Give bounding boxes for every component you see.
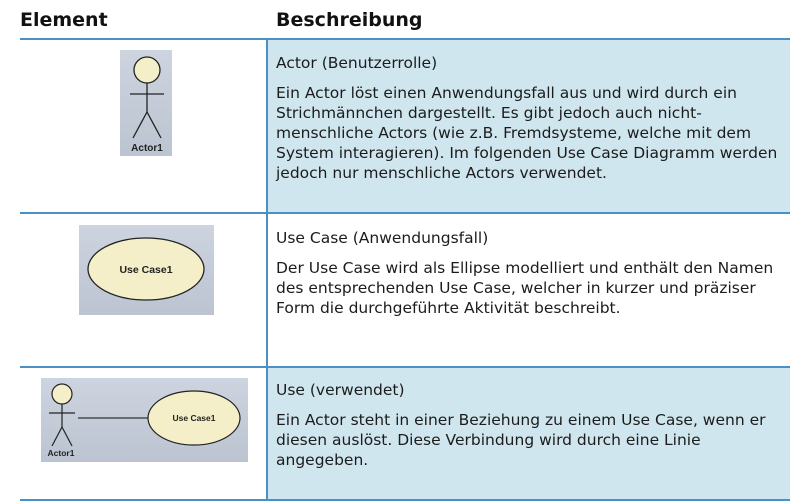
actor-head-icon (51, 383, 73, 405)
row-3-title: Use (verwendet) (276, 381, 405, 399)
actor-label: Actor1 (48, 448, 75, 458)
actor-label: Actor1 (131, 143, 163, 154)
column-header-element: Element (20, 9, 108, 31)
row-divider (20, 366, 790, 368)
use-case-label: Use Case1 (119, 264, 172, 276)
document-table: Element Beschreibung Actor1 Actor (Benut… (0, 0, 805, 501)
actor-image: Actor1 (120, 50, 172, 156)
row-3-description: Use (verwendet) Ein Actor steht in einer… (276, 380, 781, 470)
header-rule (20, 38, 790, 40)
row-1-title: Actor (Benutzerrolle) (276, 54, 438, 72)
use-case-image: Use Case1 (79, 225, 214, 315)
row-2-title: Use Case (Anwendungsfall) (276, 229, 489, 247)
column-header-description: Beschreibung (276, 9, 423, 31)
actor-head-icon (133, 56, 161, 84)
row-1-description: Actor (Benutzerrolle) Ein Actor löst ein… (276, 53, 781, 183)
use-case-label: Use Case1 (172, 413, 215, 423)
row-3-text: Ein Actor steht in einer Beziehung zu ei… (276, 411, 766, 469)
row-1-text: Ein Actor löst einen Anwendungsfall aus … (276, 84, 778, 182)
row-2-text: Der Use Case wird als Ellipse modelliert… (276, 259, 774, 317)
column-divider (266, 38, 268, 501)
use-relation-image: Actor1 Use Case1 (41, 378, 248, 462)
row-2-description: Use Case (Anwendungsfall) Der Use Case w… (276, 228, 781, 318)
row-divider (20, 212, 790, 214)
